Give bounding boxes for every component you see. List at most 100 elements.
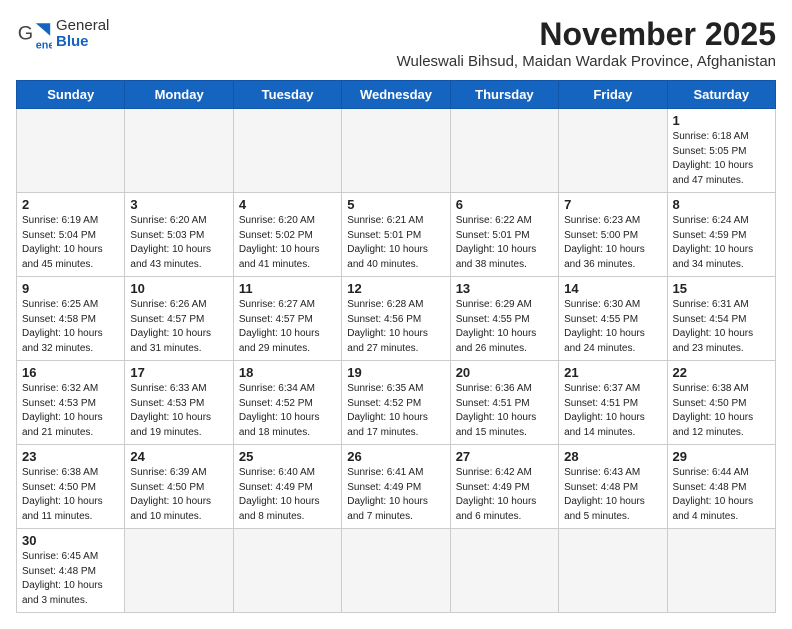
logo-text: General Blue: [56, 18, 109, 51]
calendar-cell: 6 Sunrise: 6:22 AMSunset: 5:01 PMDaylight…: [450, 193, 558, 277]
calendar-cell: 20 Sunrise: 6:36 AMSunset: 4:51 PMDayligh…: [450, 361, 558, 445]
calendar-cell: 27Sunrise: 6:42 AMSunset: 4:49 PMDayligh…: [450, 445, 558, 529]
svg-text:G: G: [18, 22, 33, 44]
logo-icon: G eneral: [16, 16, 52, 52]
weekday-header: Thursday: [450, 81, 558, 109]
weekday-header: Tuesday: [233, 81, 341, 109]
day-info: Sunrise: 6:30 AMSunset: 4:55 PMDaylight:…: [564, 298, 661, 356]
day-info: Sunrise: 6:34 AMSunset: 4:52 PMDaylight:…: [239, 382, 336, 440]
title-area: November 2025 Wuleswali Bihsud, Maidan W…: [397, 16, 776, 70]
day-info: Sunrise: 6:23 AMSunset: 5:00 PMDaylight:…: [564, 214, 661, 272]
calendar-cell: 18 Sunrise: 6:34 AMSunset: 4:52 PMDayligh…: [233, 361, 341, 445]
calendar-cell: 10 Sunrise: 6:26 AMSunset: 4:57 PMDayligh…: [125, 277, 233, 361]
calendar-week-row: 1Sunrise: 6:18 AMSunset: 5:05 PMDaylight…: [17, 109, 776, 193]
calendar-cell: 24 Sunrise: 6:39 AMSunset: 4:50 PMDayligh…: [125, 445, 233, 529]
day-info: Sunrise: 6:33 AMSunset: 4:53 PMDaylight:…: [130, 382, 227, 440]
calendar-cell: 13 Sunrise: 6:29 AMSunset: 4:55 PMDayligh…: [450, 277, 558, 361]
day-number: 9: [22, 281, 119, 296]
calendar-cell: 1Sunrise: 6:18 AMSunset: 5:05 PMDaylight…: [667, 109, 775, 193]
calendar-week-row: 2Sunrise: 6:19 AMSunset: 5:04 PMDaylight…: [17, 193, 776, 277]
day-number: 21: [564, 365, 661, 380]
calendar-cell: [342, 529, 450, 613]
calendar-cell: [559, 529, 667, 613]
weekday-header: Monday: [125, 81, 233, 109]
calendar-cell: [667, 529, 775, 613]
day-info: Sunrise: 6:38 AMSunset: 4:50 PMDaylight:…: [22, 466, 119, 524]
day-number: 1: [673, 113, 770, 128]
day-info: Sunrise: 6:44 AMSunset: 4:48 PMDaylight:…: [673, 466, 770, 524]
day-info: Sunrise: 6:41 AMSunset: 4:49 PMDaylight:…: [347, 466, 444, 524]
svg-text:eneral: eneral: [36, 39, 52, 51]
calendar-cell: [17, 109, 125, 193]
day-number: 3: [130, 197, 227, 212]
calendar-cell: [342, 109, 450, 193]
calendar-week-row: 9 Sunrise: 6:25 AMSunset: 4:58 PMDaylight…: [17, 277, 776, 361]
calendar-cell: [450, 529, 558, 613]
day-number: 5: [347, 197, 444, 212]
day-number: 4: [239, 197, 336, 212]
day-number: 14: [564, 281, 661, 296]
day-info: Sunrise: 6:21 AMSunset: 5:01 PMDaylight:…: [347, 214, 444, 272]
day-number: 11: [239, 281, 336, 296]
calendar-week-row: 16Sunrise: 6:32 AMSunset: 4:53 PMDayligh…: [17, 361, 776, 445]
calendar-week-row: 23Sunrise: 6:38 AMSunset: 4:50 PMDayligh…: [17, 445, 776, 529]
day-info: Sunrise: 6:29 AMSunset: 4:55 PMDaylight:…: [456, 298, 553, 356]
day-info: Sunrise: 6:24 AMSunset: 4:59 PMDaylight:…: [673, 214, 770, 272]
day-number: 18: [239, 365, 336, 380]
weekday-header: Saturday: [667, 81, 775, 109]
day-info: Sunrise: 6:22 AMSunset: 5:01 PMDaylight:…: [456, 214, 553, 272]
day-info: Sunrise: 6:26 AMSunset: 4:57 PMDaylight:…: [130, 298, 227, 356]
day-number: 10: [130, 281, 227, 296]
weekday-header: Sunday: [17, 81, 125, 109]
calendar-week-row: 30Sunrise: 6:45 AMSunset: 4:48 PMDayligh…: [17, 529, 776, 613]
day-info: Sunrise: 6:43 AMSunset: 4:48 PMDaylight:…: [564, 466, 661, 524]
calendar-cell: [125, 529, 233, 613]
calendar-cell: 30Sunrise: 6:45 AMSunset: 4:48 PMDayligh…: [17, 529, 125, 613]
calendar-cell: 12 Sunrise: 6:28 AMSunset: 4:56 PMDayligh…: [342, 277, 450, 361]
calendar-cell: 28Sunrise: 6:43 AMSunset: 4:48 PMDayligh…: [559, 445, 667, 529]
day-info: Sunrise: 6:40 AMSunset: 4:49 PMDaylight:…: [239, 466, 336, 524]
day-number: 17: [130, 365, 227, 380]
calendar-cell: 7Sunrise: 6:23 AMSunset: 5:00 PMDaylight…: [559, 193, 667, 277]
weekday-header: Friday: [559, 81, 667, 109]
calendar: SundayMondayTuesdayWednesdayThursdayFrid…: [16, 80, 776, 613]
day-info: Sunrise: 6:36 AMSunset: 4:51 PMDaylight:…: [456, 382, 553, 440]
calendar-cell: 25Sunrise: 6:40 AMSunset: 4:49 PMDayligh…: [233, 445, 341, 529]
day-number: 13: [456, 281, 553, 296]
calendar-cell: 9 Sunrise: 6:25 AMSunset: 4:58 PMDaylight…: [17, 277, 125, 361]
day-info: Sunrise: 6:19 AMSunset: 5:04 PMDaylight:…: [22, 214, 119, 272]
day-info: Sunrise: 6:20 AMSunset: 5:02 PMDaylight:…: [239, 214, 336, 272]
calendar-cell: 3Sunrise: 6:20 AMSunset: 5:03 PMDaylight…: [125, 193, 233, 277]
day-info: Sunrise: 6:39 AMSunset: 4:50 PMDaylight:…: [130, 466, 227, 524]
day-number: 24: [130, 449, 227, 464]
header: G eneral General Blue November 2025 Wule…: [16, 16, 776, 70]
month-title: November 2025: [397, 16, 776, 53]
day-number: 20: [456, 365, 553, 380]
day-number: 12: [347, 281, 444, 296]
calendar-cell: 19Sunrise: 6:35 AMSunset: 4:52 PMDayligh…: [342, 361, 450, 445]
calendar-cell: 16Sunrise: 6:32 AMSunset: 4:53 PMDayligh…: [17, 361, 125, 445]
weekday-row: SundayMondayTuesdayWednesdayThursdayFrid…: [17, 81, 776, 109]
day-info: Sunrise: 6:37 AMSunset: 4:51 PMDaylight:…: [564, 382, 661, 440]
calendar-cell: 14 Sunrise: 6:30 AMSunset: 4:55 PMDayligh…: [559, 277, 667, 361]
calendar-cell: [559, 109, 667, 193]
day-info: Sunrise: 6:42 AMSunset: 4:49 PMDaylight:…: [456, 466, 553, 524]
calendar-cell: 11 Sunrise: 6:27 AMSunset: 4:57 PMDayligh…: [233, 277, 341, 361]
calendar-header: SundayMondayTuesdayWednesdayThursdayFrid…: [17, 81, 776, 109]
calendar-cell: 15Sunrise: 6:31 AMSunset: 4:54 PMDayligh…: [667, 277, 775, 361]
calendar-cell: [125, 109, 233, 193]
day-number: 6: [456, 197, 553, 212]
calendar-cell: 17 Sunrise: 6:33 AMSunset: 4:53 PMDayligh…: [125, 361, 233, 445]
calendar-cell: 23Sunrise: 6:38 AMSunset: 4:50 PMDayligh…: [17, 445, 125, 529]
location-title: Wuleswali Bihsud, Maidan Wardak Province…: [397, 53, 776, 70]
day-number: 30: [22, 533, 119, 548]
calendar-cell: [233, 109, 341, 193]
calendar-cell: [450, 109, 558, 193]
day-info: Sunrise: 6:25 AMSunset: 4:58 PMDaylight:…: [22, 298, 119, 356]
calendar-cell: 2Sunrise: 6:19 AMSunset: 5:04 PMDaylight…: [17, 193, 125, 277]
day-info: Sunrise: 6:31 AMSunset: 4:54 PMDaylight:…: [673, 298, 770, 356]
day-info: Sunrise: 6:28 AMSunset: 4:56 PMDaylight:…: [347, 298, 444, 356]
day-number: 29: [673, 449, 770, 464]
day-info: Sunrise: 6:27 AMSunset: 4:57 PMDaylight:…: [239, 298, 336, 356]
weekday-header: Wednesday: [342, 81, 450, 109]
